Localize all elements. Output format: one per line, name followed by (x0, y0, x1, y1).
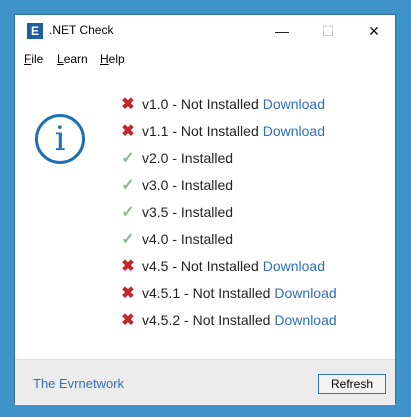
not-installed-icon: ✖ (121, 312, 135, 329)
not-installed-icon: ✖ (121, 96, 135, 113)
menu-learn-label: earn (63, 52, 88, 66)
download-link[interactable]: Download (263, 96, 325, 112)
info-glyph: i (54, 119, 66, 159)
app-logo-icon: E (27, 23, 43, 39)
download-link[interactable]: Download (263, 258, 325, 274)
menu-learn[interactable]: Learn (57, 52, 88, 66)
version-row: ✖ v4.5.2 - Not Installed Download (119, 310, 336, 330)
title-bar[interactable]: E .NET Check — ☐ ✕ (15, 15, 395, 47)
version-row: ✓ v3.0 - Installed (119, 175, 233, 195)
version-row: ✓ v4.0 - Installed (119, 229, 233, 249)
version-row: ✖ v1.1 - Not Installed Download (119, 121, 325, 141)
installed-check-icon: ✓ (121, 231, 135, 248)
version-row: ✓ v3.5 - Installed (119, 202, 233, 222)
installed-check-icon: ✓ (121, 150, 135, 167)
version-status: v2.0 - Installed (142, 150, 234, 166)
installed-check-icon: ✓ (121, 204, 135, 221)
not-installed-icon: ✖ (121, 258, 135, 275)
download-link[interactable]: Download (274, 285, 336, 301)
version-status: v4.5.1 - Not Installed (142, 285, 271, 301)
maximize-button[interactable]: ☐ (305, 15, 351, 47)
download-link[interactable]: Download (263, 123, 325, 139)
version-row: ✖ v1.0 - Not Installed Download (119, 94, 325, 114)
menu-file-label: ile (31, 52, 44, 66)
menu-help-label: elp (108, 52, 125, 66)
download-link[interactable]: Download (274, 312, 336, 328)
version-row: ✓ v2.0 - Installed (119, 148, 233, 168)
minimize-button[interactable]: — (259, 15, 305, 47)
menu-learn-mnemonic: L (57, 52, 64, 66)
not-installed-icon: ✖ (121, 123, 135, 140)
version-row: ✖ v4.5.1 - Not Installed Download (119, 283, 336, 303)
info-icon: i (35, 114, 85, 164)
close-button[interactable]: ✕ (351, 15, 397, 47)
menu-file[interactable]: File (24, 52, 43, 66)
version-status: v4.5 - Not Installed (142, 258, 259, 274)
version-status: v3.5 - Installed (142, 204, 234, 220)
installed-check-icon: ✓ (121, 177, 135, 194)
version-status: v1.1 - Not Installed (142, 123, 259, 139)
version-status: v4.0 - Installed (142, 231, 234, 247)
version-status: v1.0 - Not Installed (142, 96, 259, 112)
refresh-button[interactable]: Refresh (318, 374, 386, 394)
version-row: ✖ v4.5 - Not Installed Download (119, 256, 325, 276)
not-installed-icon: ✖ (121, 285, 135, 302)
version-status: v4.5.2 - Not Installed (142, 312, 271, 328)
evrnetwork-link[interactable]: The Evrnetwork (33, 376, 124, 391)
version-status: v3.0 - Installed (142, 177, 234, 193)
menu-help-mnemonic: H (100, 52, 109, 66)
menu-help[interactable]: Help (100, 52, 125, 66)
footer-bar: The Evrnetwork Refresh (15, 359, 395, 405)
menu-bar: File Learn Help (15, 47, 395, 69)
app-window: E .NET Check — ☐ ✕ File Learn Help i ✖ v1… (14, 14, 396, 405)
window-title: .NET Check (49, 23, 114, 37)
